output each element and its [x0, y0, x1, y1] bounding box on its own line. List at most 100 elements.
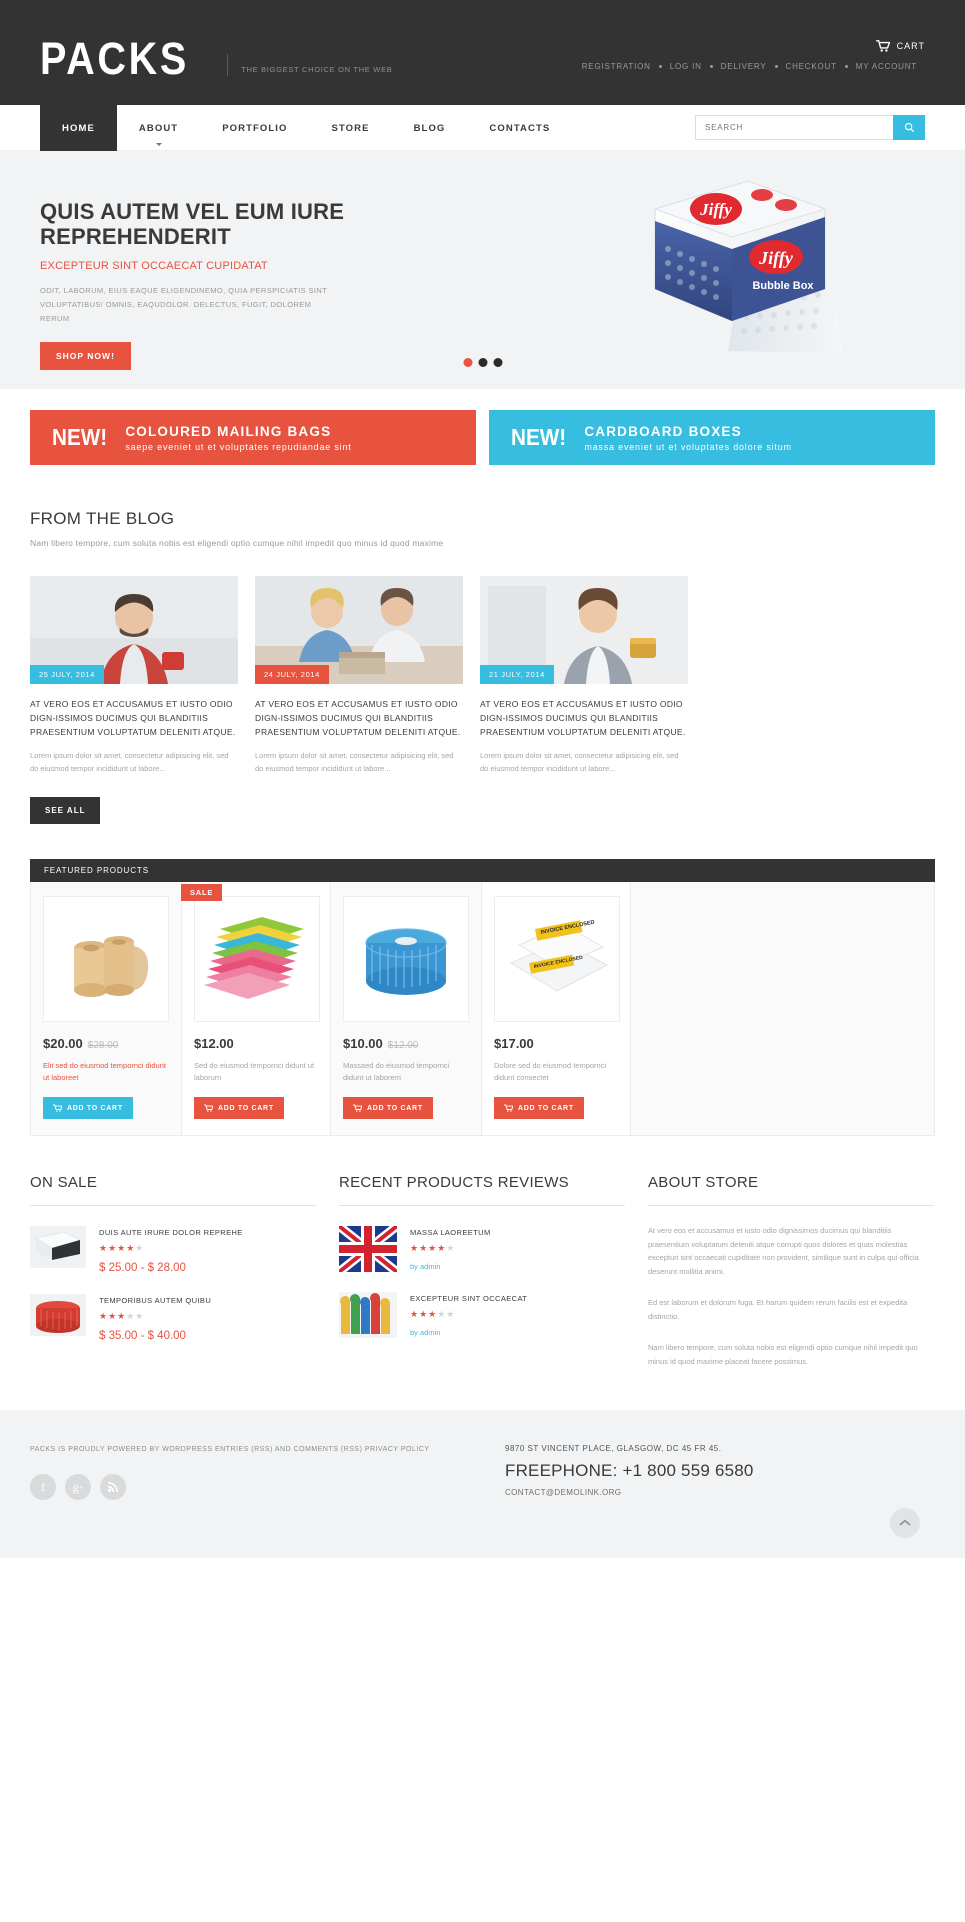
social-links: f g +	[30, 1474, 460, 1500]
review-item[interactable]: EXCEPTEUR SINT OCCAECAT ★★★★★ by admin	[339, 1292, 625, 1338]
blog-card[interactable]: 21 JULY, 2014 AT VERO EOS ET ACCUSAMUS E…	[480, 576, 688, 775]
footer-phone-number: +1 800 559 6580	[622, 1461, 754, 1480]
product-card[interactable]: INVOICE ENCLOSED INVOICE ENCLOSED $17.00…	[481, 882, 631, 1135]
nav-item-blog[interactable]: BLOG	[392, 105, 468, 151]
shop-now-button[interactable]: SHOP NOW!	[40, 342, 131, 370]
google-plus-icon[interactable]: g +	[65, 1474, 91, 1500]
on-sale-name: TEMPORIBUS AUTEM QUIBU	[99, 1296, 212, 1305]
promo-banner-cardboard-boxes[interactable]: NEW! CARDBOARD BOXES massa eveniet ut et…	[489, 410, 935, 465]
on-sale-item[interactable]: DUIS AUTE IRURE DOLOR REPREHE ★★★★★ $ 25…	[30, 1226, 316, 1274]
utility-link-my-account[interactable]: MY ACCOUNT	[848, 62, 925, 71]
featured-products-section: FEATURED PRODUCTS $20.00 $28.00 Elit sed…	[30, 859, 935, 1136]
promo-subtext: saepe eveniet ut et voluptates repudiand…	[125, 441, 352, 452]
site-header: PACKS THE BIGGEST CHOICE ON THE WEB CART…	[0, 0, 965, 105]
nav-link-contacts[interactable]: CONTACTS	[467, 105, 572, 151]
blog-card[interactable]: 24 JULY, 2014 AT VERO EOS ET ACCUSAMUS E…	[255, 576, 463, 775]
about-paragraph: At vero eos et accusamus et iusto odio d…	[648, 1226, 919, 1276]
see-all-button[interactable]: SEE ALL	[30, 797, 101, 824]
add-to-cart-button[interactable]: ADD TO CART	[43, 1097, 133, 1119]
review-author[interactable]: by admin	[410, 1262, 491, 1271]
footer-email[interactable]: CONTACT@DEMOLINK.ORG	[505, 1488, 754, 1497]
product-image-kraft-rolls	[74, 936, 149, 997]
promo-banner-mailing-bags[interactable]: NEW! COLOURED MAILING BAGS saepe eveniet…	[30, 410, 476, 465]
add-to-cart-button[interactable]: ADD TO CART	[343, 1097, 433, 1119]
cart-icon	[353, 1104, 362, 1112]
product-card[interactable]: $10.00 $12.00 Massaed do eiusmod tempornc…	[331, 882, 481, 1135]
blog-grid: 25 JULY, 2014 AT VERO EOS ET ACCUSAMUS E…	[30, 576, 935, 775]
utility-link-login[interactable]: LOG IN	[662, 62, 710, 71]
slider-dot-3[interactable]	[493, 358, 502, 367]
promo-heading: COLOURED MAILING BAGS	[125, 423, 332, 439]
utility-link-delivery[interactable]: DELIVERY	[713, 62, 775, 71]
nav-item-about[interactable]: ABOUT	[117, 105, 200, 151]
blog-section-title: FROM THE BLOG	[30, 509, 175, 528]
nav-link-store[interactable]: STORE	[310, 105, 392, 151]
promo-heading: CARDBOARD BOXES	[584, 423, 742, 439]
on-sale-thumbnail[interactable]	[30, 1226, 86, 1268]
review-thumbnail[interactable]	[339, 1226, 397, 1272]
utility-link-registration[interactable]: REGISTRATION	[574, 62, 659, 71]
slider-dot-2[interactable]	[478, 358, 487, 367]
product-image-coloured-sheets	[204, 917, 304, 999]
logo-block[interactable]: PACKS THE BIGGEST CHOICE ON THE WEB	[40, 36, 392, 81]
blog-card[interactable]: 25 JULY, 2014 AT VERO EOS ET ACCUSAMUS E…	[30, 576, 238, 775]
blog-thumbnail[interactable]: 25 JULY, 2014	[30, 576, 238, 684]
back-to-top-button[interactable]	[890, 1508, 920, 1538]
product-price: $17.00	[494, 1036, 618, 1051]
add-to-cart-button[interactable]: ADD TO CART	[194, 1097, 284, 1119]
product-image-box[interactable]	[343, 896, 469, 1022]
product-name: Sed do eiusmod tempornci didunt ut labor…	[194, 1061, 315, 1082]
add-to-cart-label: ADD TO CART	[218, 1104, 274, 1112]
chevron-down-icon	[155, 143, 162, 146]
cart-icon	[504, 1104, 513, 1112]
on-sale-name: DUIS AUTE IRURE DOLOR REPREHE	[99, 1228, 243, 1237]
blog-thumbnail[interactable]: 21 JULY, 2014	[480, 576, 688, 684]
nav-link-portfolio[interactable]: PORTFOLIO	[200, 105, 309, 151]
reviews-column: RECENT PRODUCTS REVIEWS MASSA LAOREETUM	[339, 1174, 625, 1368]
utility-link-checkout[interactable]: CHECKOUT	[778, 62, 845, 71]
nav-item-store[interactable]: STORE	[310, 105, 392, 151]
hero-text-block: QUIS AUTEM VEL EUM IURE REPREHENDERIT EX…	[40, 199, 400, 370]
search-button[interactable]	[893, 115, 925, 140]
product-image-box[interactable]: INVOICE ENCLOSED INVOICE ENCLOSED	[494, 896, 620, 1022]
nav-item-contacts[interactable]: CONTACTS	[467, 105, 572, 151]
review-image-union-jack	[339, 1226, 397, 1272]
add-to-cart-label: ADD TO CART	[518, 1104, 574, 1112]
nav-link-home[interactable]: HOME	[40, 105, 117, 151]
product-card[interactable]: SALE $12.00 Sed do eiusmod tempornci did…	[181, 882, 331, 1135]
product-image-box[interactable]	[194, 896, 320, 1022]
facebook-icon[interactable]: f	[30, 1474, 56, 1500]
add-to-cart-button[interactable]: ADD TO CART	[494, 1097, 584, 1119]
blog-date-badge: 21 JULY, 2014	[480, 665, 554, 684]
footer-address: 9870 ST VINCENT PLACE, GLASGOW, DC 45 FR…	[505, 1444, 722, 1453]
review-author[interactable]: by admin	[410, 1328, 527, 1337]
product-card[interactable]: $20.00 $28.00 Elit sed do eiusmod temporn…	[31, 882, 181, 1135]
blog-thumbnail[interactable]: 24 JULY, 2014	[255, 576, 463, 684]
product-image-box[interactable]	[43, 896, 169, 1022]
product-price-old: $28.00	[87, 1040, 119, 1051]
slider-dot-1[interactable]	[463, 358, 472, 367]
footer-phone-label: FREEPHONE:	[505, 1461, 618, 1480]
on-sale-column: ON SALE DUIS AUTE IRURE DOLOR REPREHE ★★…	[30, 1174, 316, 1368]
search-input[interactable]	[695, 115, 893, 140]
blog-date-badge: 24 JULY, 2014	[255, 665, 329, 684]
nav-item-portfolio[interactable]: PORTFOLIO	[200, 105, 309, 151]
nav-link-blog[interactable]: BLOG	[392, 105, 468, 151]
on-sale-thumbnail[interactable]	[30, 1294, 86, 1336]
review-item[interactable]: MASSA LAOREETUM ★★★★★ by admin	[339, 1226, 625, 1272]
blog-excerpt: Lorem ipsum dolor sit amet, consectetur …	[480, 751, 679, 773]
blog-excerpt: Lorem ipsum dolor sit amet, consectetur …	[30, 751, 229, 773]
review-thumbnail[interactable]	[339, 1292, 397, 1338]
footer-phone: FREEPHONE: +1 800 559 6580	[505, 1461, 754, 1481]
product-name: Dolore sed do eiusmod tempornci didunt c…	[494, 1061, 607, 1082]
about-store-title: ABOUT STORE	[648, 1174, 934, 1206]
nav-item-home[interactable]: HOME	[40, 99, 117, 151]
cart-button[interactable]: CART	[875, 40, 925, 52]
on-sale-title: ON SALE	[30, 1174, 316, 1206]
on-sale-price: $ 25.00 - $ 28.00	[99, 1262, 186, 1274]
promo-subtext: massa eveniet ut et voluptates dolore si…	[584, 441, 792, 452]
on-sale-item[interactable]: TEMPORIBUS AUTEM QUIBU ★★★★★ $ 35.00 - $…	[30, 1294, 316, 1342]
sale-image-red-roll	[30, 1294, 86, 1336]
rss-icon[interactable]	[100, 1474, 126, 1500]
about-paragraph: Ed est laborum et dolorum fuga. Et harum…	[648, 1298, 908, 1321]
